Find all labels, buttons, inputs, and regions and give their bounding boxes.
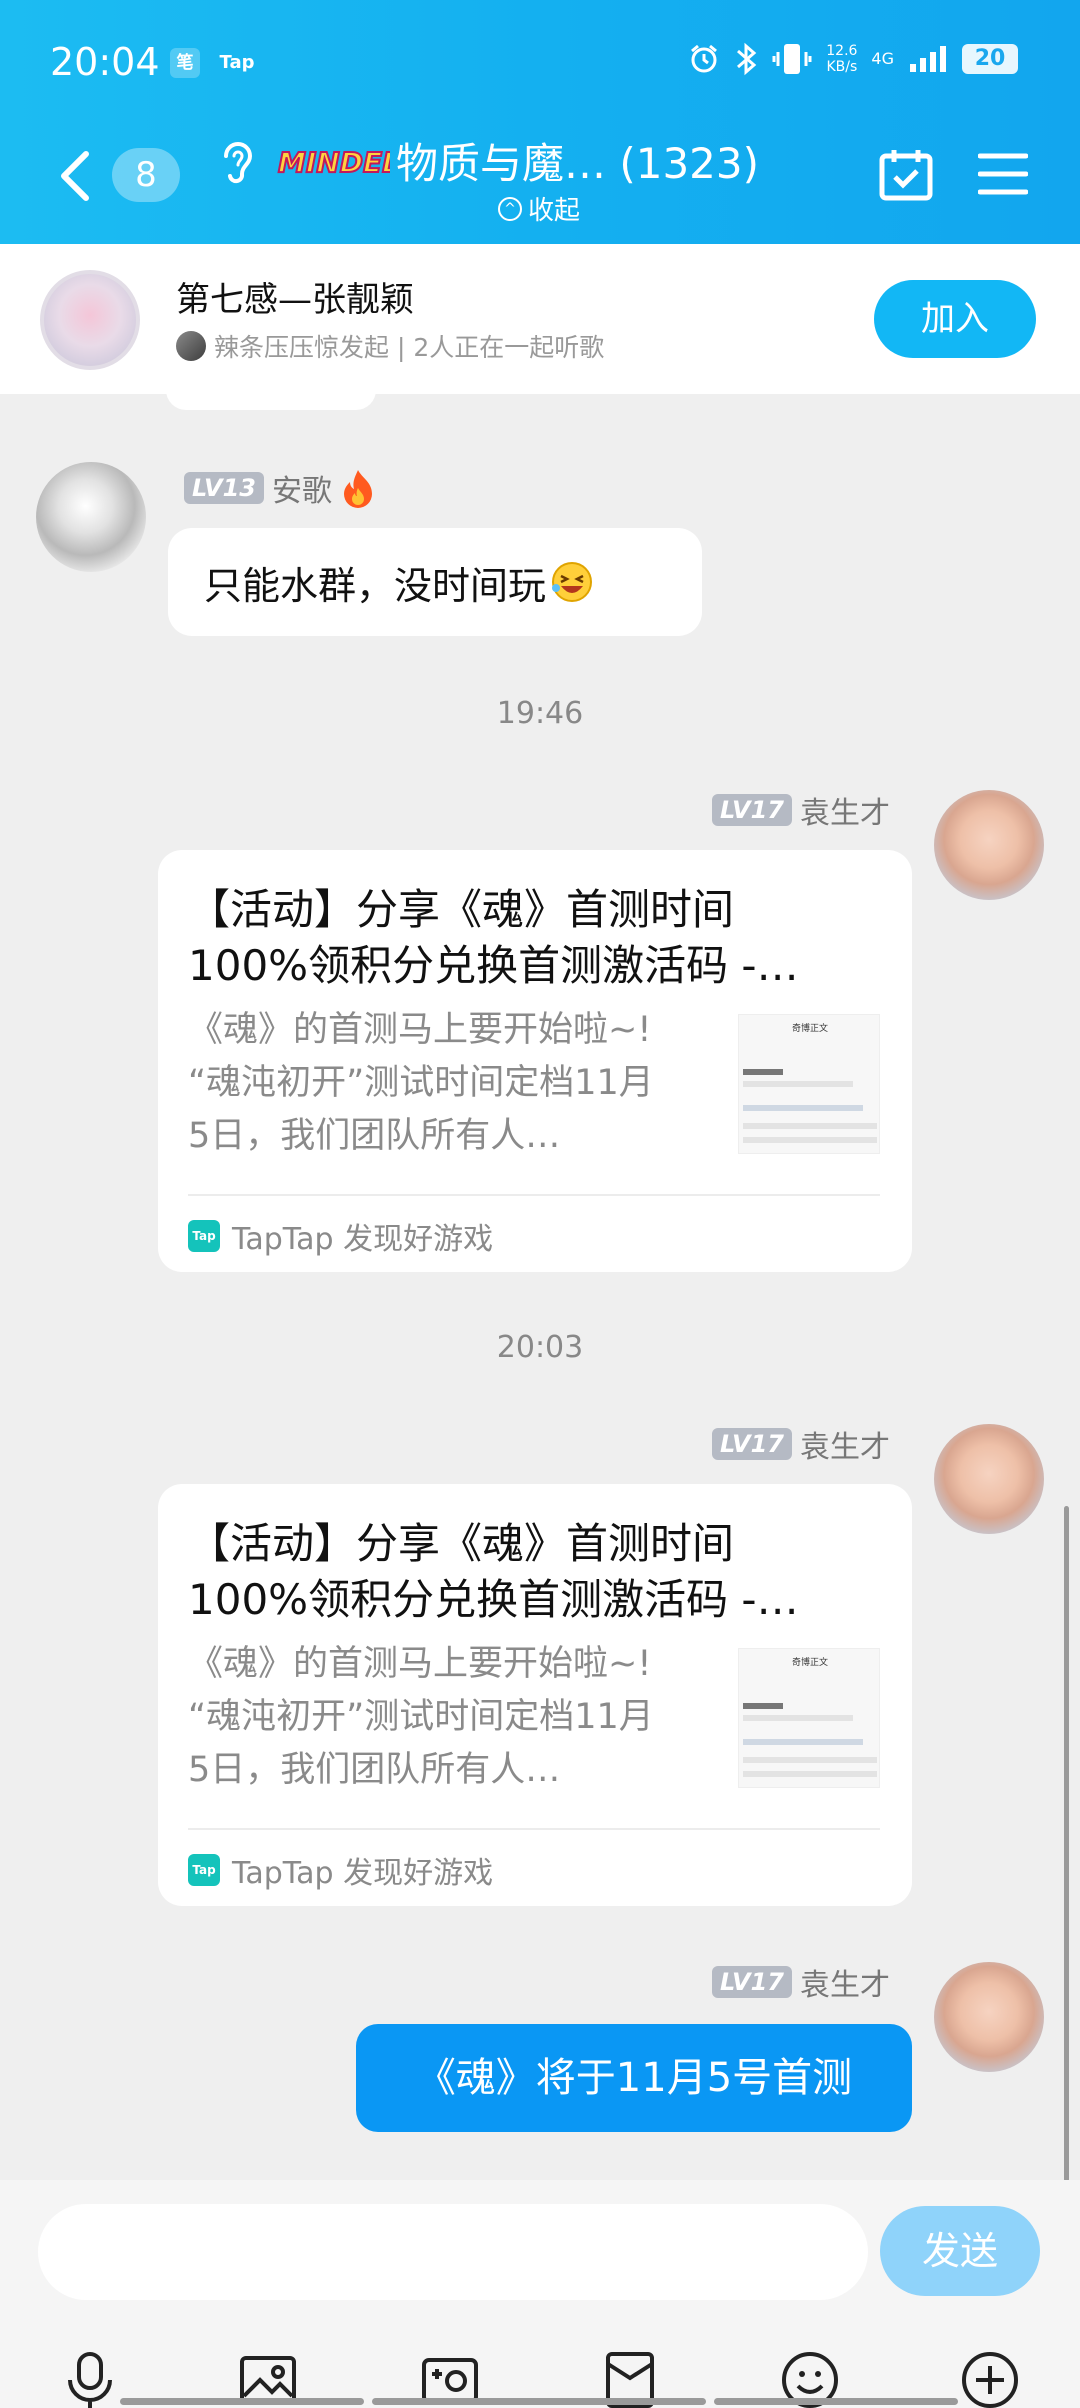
source-label: TapTap 发现好游戏 (232, 1222, 494, 1257)
message-bubble[interactable]: 只能水群，没时间玩 (168, 528, 702, 636)
group-title[interactable]: 物质与魔… (1323) (396, 130, 759, 191)
level-badge: LV17 (712, 794, 792, 826)
bluetooth-icon (737, 42, 757, 76)
net-speed: 12.6 (826, 43, 858, 59)
svg-text:MINDED: MINDED (278, 146, 390, 179)
collapse-label: 收起 (528, 196, 581, 226)
scrollbar[interactable] (1064, 1506, 1069, 2182)
unread-count-badge[interactable]: 8 (112, 148, 180, 202)
avatar[interactable] (934, 1424, 1044, 1534)
shared-link-card[interactable]: 【活动】分享《魂》首测时间 100%领积分兑换首测激活码 -… 《魂》的首测马上… (158, 1484, 912, 1906)
signal-icon (910, 46, 946, 72)
ear-icon[interactable] (216, 138, 256, 186)
card-description: 《魂》的首测马上要开始啦~! “魂沌初开”测试时间定档11月 5日，我们团队所有… (188, 1010, 654, 1156)
sender-info: LV13 安歌 (184, 466, 376, 510)
song-cover[interactable] (40, 270, 140, 370)
level-badge: LV17 (712, 1966, 792, 1998)
back-icon[interactable] (56, 146, 96, 206)
card-description: 《魂》的首测马上要开始啦~! “魂沌初开”测试时间定档11月 5日，我们团队所有… (188, 1644, 654, 1790)
toolbar-tab-indicator (120, 2398, 364, 2405)
avatar[interactable] (934, 1962, 1044, 2072)
vibrate-icon (772, 44, 812, 74)
own-message-bubble[interactable]: 《魂》将于11月5号首测 (356, 2024, 912, 2132)
chevron-up-icon: ^ (498, 196, 522, 221)
card-title: 【活动】分享《魂》首测时间 100%领积分兑换首测激活码 -… (188, 885, 799, 990)
laughing-emoji-icon (552, 562, 593, 602)
network-type: 4G (871, 49, 894, 68)
alarm-icon (691, 44, 718, 73)
card-source: Tap TapTap 发现好游戏 (188, 1214, 493, 1258)
card-thumbnail: 奇博正文 (738, 1014, 880, 1154)
battery-level: 20 (962, 44, 1018, 74)
song-title: 第七感—张靓颖 (176, 280, 414, 320)
hamburger-menu-icon[interactable] (978, 152, 1028, 196)
source-label: TapTap 发现好游戏 (232, 1856, 494, 1891)
send-button[interactable]: 发送 (880, 2206, 1040, 2296)
timestamp: 20:03 (496, 1330, 584, 1365)
fire-icon (343, 470, 372, 508)
listen-together-banner[interactable]: 第七感—张靓颖 辣条压压惊发起 | 2人正在一起听歌 加入 (0, 244, 1080, 394)
sender-info: LV17 袁生才 (712, 1960, 890, 2004)
input-area: 发送 (0, 2180, 1080, 2408)
sender-name[interactable]: 安歌 (272, 466, 332, 510)
status-icons: 12.6 KB/s 4G 20 (688, 42, 1018, 76)
status-time: 20:04 (50, 40, 160, 84)
card-title: 【活动】分享《魂》首测时间 100%领积分兑换首测激活码 -… (188, 1519, 799, 1624)
sender-info: LV17 袁生才 (712, 1422, 890, 1466)
sender-name[interactable]: 袁生才 (800, 1422, 890, 1466)
home-indicator[interactable] (372, 2398, 706, 2405)
taptap-logo: Tap (188, 1220, 220, 1252)
initiator-avatar (176, 331, 206, 361)
message-text: 只能水群，没时间玩 (204, 563, 547, 608)
collapse-button[interactable]: ^ 收起 (498, 190, 580, 227)
sender-name[interactable]: 袁生才 (800, 788, 890, 832)
join-button[interactable]: 加入 (874, 280, 1036, 358)
calendar-check-icon[interactable] (878, 146, 934, 202)
plus-icon[interactable] (958, 2348, 1022, 2408)
toolbar-tab-indicator (714, 2398, 958, 2405)
notification-app-icon: 笔 (170, 48, 200, 78)
shared-link-card[interactable]: 【活动】分享《魂》首测时间 100%领积分兑换首测激活码 -… 《魂》的首测马上… (158, 850, 912, 1272)
sender-name[interactable]: 袁生才 (800, 1960, 890, 2004)
microphone-icon[interactable] (58, 2348, 122, 2408)
card-source: Tap TapTap 发现好游戏 (188, 1848, 493, 1892)
level-badge: LV13 (184, 472, 264, 504)
divider (188, 1194, 880, 1196)
avatar[interactable] (934, 790, 1044, 900)
taptap-logo: Tap (188, 1854, 220, 1886)
listen-subtitle: 辣条压压惊发起 | 2人正在一起听歌 (214, 333, 605, 362)
net-speed-unit: KB/s (826, 59, 858, 75)
message-input[interactable] (38, 2204, 868, 2300)
previous-message-bubble[interactable] (166, 390, 376, 410)
taptap-notification-icon: Tap (219, 52, 255, 73)
avatar[interactable] (36, 462, 146, 572)
timestamp: 19:46 (496, 696, 584, 731)
chat-header: 20:04 笔 Tap 12.6KB/s 4G 20 8 MINDED 物质与魔… (0, 0, 1080, 244)
sender-info: LV17 袁生才 (712, 788, 890, 832)
minded-logo: MINDED (277, 145, 390, 180)
divider (188, 1828, 880, 1830)
card-thumbnail: 奇博正文 (738, 1648, 880, 1788)
level-badge: LV17 (712, 1428, 792, 1460)
